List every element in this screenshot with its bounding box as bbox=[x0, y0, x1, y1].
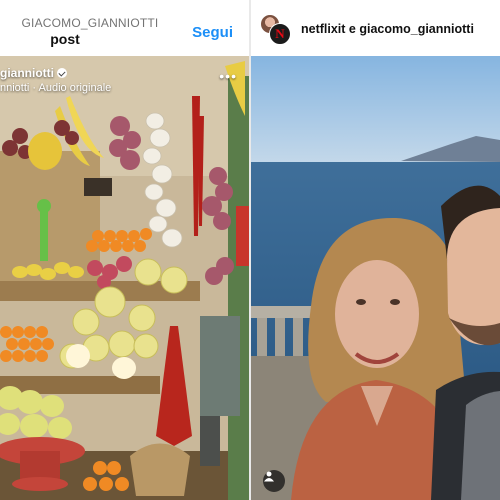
collab-title[interactable]: netflixit e giacomo_gianniotti bbox=[301, 22, 474, 36]
overlay-username[interactable]: gianniotti bbox=[0, 66, 67, 80]
overlay-username-text[interactable]: gianniotti bbox=[0, 66, 54, 80]
person-tag-icon[interactable] bbox=[263, 470, 285, 492]
market-stall-illustration bbox=[0, 56, 249, 500]
person-silhouette-icon bbox=[264, 471, 274, 482]
verified-badge-icon bbox=[57, 68, 67, 78]
header-username[interactable]: GIACOMO_GIANNIOTTI bbox=[0, 16, 180, 30]
netflix-avatar[interactable]: N bbox=[269, 23, 291, 45]
market-stall-photo[interactable]: gianniotti nniotti · Audio originale ••• bbox=[0, 56, 249, 500]
seaside-selfie-illustration bbox=[251, 56, 500, 500]
header-title: post bbox=[50, 31, 80, 47]
right-post-panel: N netflixit e giacomo_gianniotti bbox=[251, 0, 500, 500]
follow-button[interactable]: Segui bbox=[192, 24, 233, 41]
left-post-header: GIACOMO_GIANNIOTTI post Segui bbox=[0, 0, 249, 55]
netflix-logo-icon: N bbox=[275, 26, 285, 41]
collab-avatars[interactable]: N bbox=[260, 14, 294, 45]
more-dots-icon[interactable]: ••• bbox=[219, 68, 237, 84]
seaside-selfie-photo[interactable] bbox=[251, 56, 500, 500]
left-post-panel: GIACOMO_GIANNIOTTI post Segui gianniotti… bbox=[0, 0, 249, 500]
right-post-header: N netflixit e giacomo_gianniotti bbox=[251, 0, 500, 55]
audio-label[interactable]: nniotti · Audio originale bbox=[0, 82, 111, 94]
